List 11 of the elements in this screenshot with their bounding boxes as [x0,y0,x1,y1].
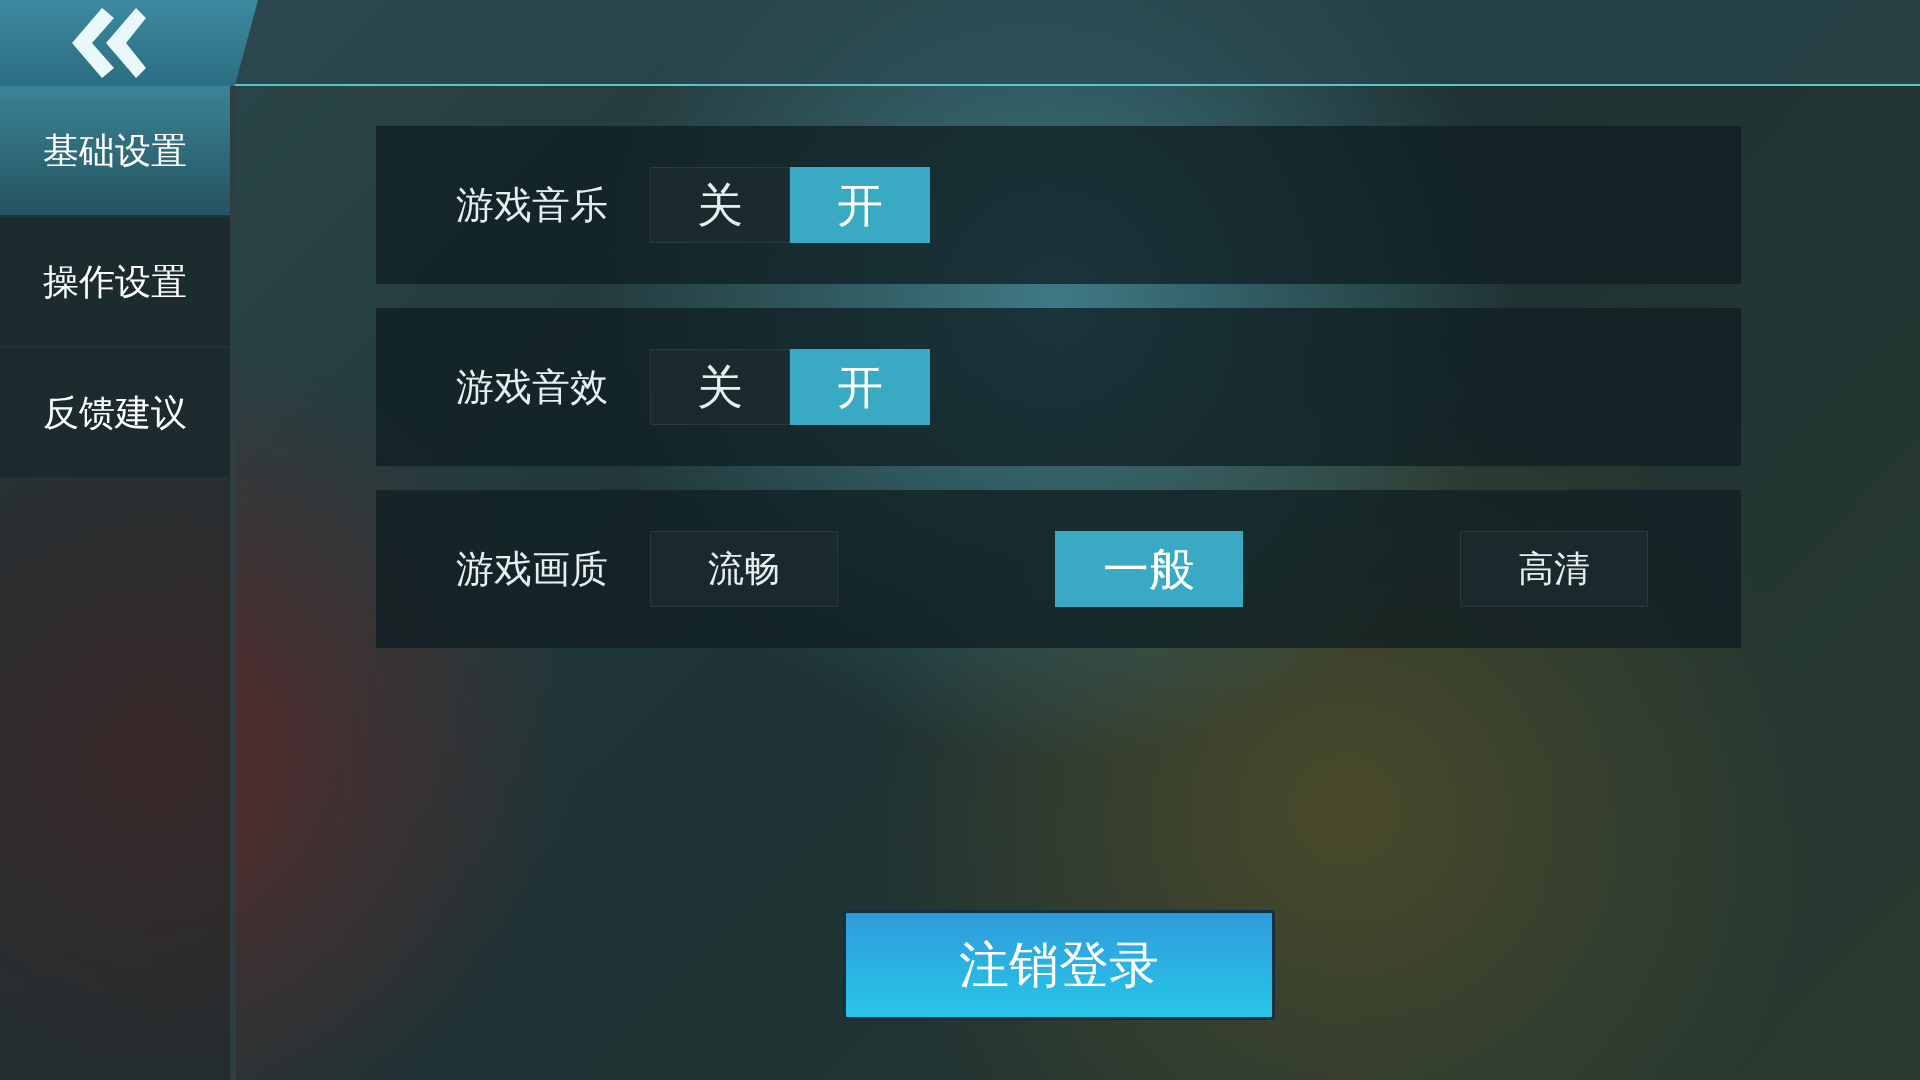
setting-label: 游戏音乐 [456,181,609,229]
sidebar-tab[interactable]: 反馈建议 [0,348,230,477]
back-button[interactable] [0,0,258,86]
option-button[interactable]: 关 [650,349,790,425]
option-button[interactable]: 关 [650,167,790,243]
setting-label: 游戏音效 [456,363,609,411]
sidebar-tab[interactable]: 基础设置 [0,86,230,215]
option-button[interactable]: 流畅 [650,531,838,607]
option-button[interactable]: 高清 [1460,531,1648,607]
sidebar-tab[interactable]: 操作设置 [0,217,230,346]
setting-label: 游戏画质 [456,545,609,593]
